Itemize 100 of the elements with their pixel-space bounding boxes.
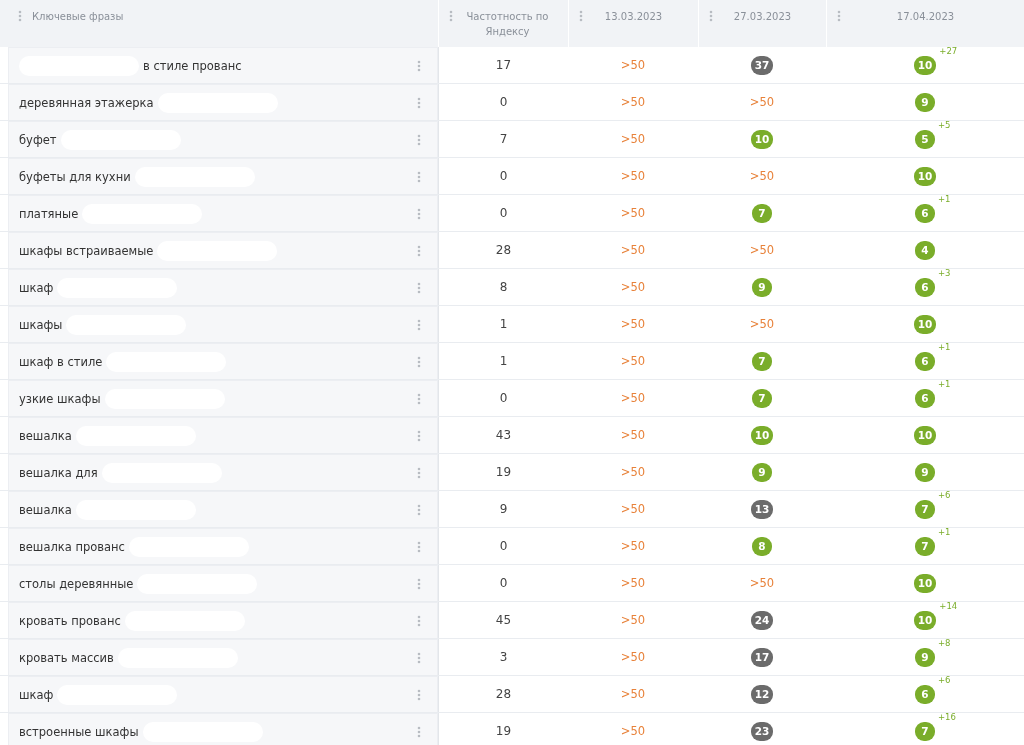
frequency-value: 7: [499, 132, 508, 146]
position-change: +14: [939, 600, 958, 611]
column-menu-icon[interactable]: [579, 10, 583, 22]
position-badge: 9: [915, 647, 935, 667]
row-menu-icon[interactable]: [417, 577, 421, 590]
row-menu-icon[interactable]: [417, 281, 421, 294]
position-badge: 8: [752, 536, 772, 556]
position-badge: 7: [752, 203, 772, 223]
row-menu-icon[interactable]: [417, 540, 421, 553]
frequency-value: 19: [495, 465, 512, 479]
column-menu-icon[interactable]: [709, 10, 713, 22]
row-menu-icon[interactable]: [417, 318, 421, 331]
position-badge: 7: [915, 499, 935, 519]
position-badge: 6: [915, 203, 935, 223]
position-badge: 10: [913, 55, 937, 75]
position-badge: 5: [915, 129, 935, 149]
frequency-value: 28: [495, 687, 512, 701]
row-menu-icon[interactable]: [417, 725, 421, 738]
position-badge: 10: [913, 314, 937, 334]
frequency-value: 43: [495, 428, 512, 442]
position-badge: 10: [750, 425, 774, 445]
position-change: +27: [939, 45, 958, 56]
position-badge: 37: [750, 55, 774, 75]
position-value: >50: [620, 502, 646, 516]
position-badge: 10: [913, 166, 937, 186]
position-badge: 12: [750, 684, 774, 704]
position-badge: 10: [913, 610, 937, 630]
row-menu-icon[interactable]: [417, 429, 421, 442]
position-value: >50: [749, 576, 775, 590]
frequency-value: 0: [499, 95, 508, 109]
keyword-phrase: в стиле прованс: [143, 58, 242, 73]
position-change: +1: [938, 341, 951, 352]
position-badge: 23: [750, 721, 774, 741]
position-badge: 10: [913, 573, 937, 593]
column-menu-icon[interactable]: [837, 10, 841, 22]
frequency-value: 1: [499, 354, 508, 368]
row-menu-icon[interactable]: [417, 355, 421, 368]
position-badge: 9: [915, 462, 935, 482]
column-header: Ключевые фразы: [32, 11, 124, 22]
keyword-phrase: шкафы встраиваемые: [19, 243, 154, 258]
row-menu-icon[interactable]: [417, 466, 421, 479]
column-header: Частотность по Яндексу: [465, 10, 550, 39]
frequency-value: 17: [495, 58, 512, 72]
position-value: >50: [620, 243, 646, 257]
position-badge: 9: [915, 92, 935, 112]
keyword-phrase: кровать прованс: [19, 613, 121, 628]
position-badge: 6: [915, 684, 935, 704]
frequency-value: 45: [495, 613, 512, 627]
column-menu-icon[interactable]: [449, 10, 453, 22]
position-value: >50: [620, 391, 646, 405]
position-badge: 24: [750, 610, 774, 630]
row-menu-icon[interactable]: [417, 207, 421, 220]
keyword-phrase: шкаф в стиле: [19, 354, 103, 369]
position-value: >50: [620, 724, 646, 738]
position-change: +6: [938, 489, 951, 500]
keyword-phrase: вешалка: [19, 502, 72, 517]
row-menu-icon[interactable]: [417, 651, 421, 664]
keyword-phrase: шкафы: [19, 317, 63, 332]
position-value: >50: [620, 687, 646, 701]
keyword-phrase: шкаф: [19, 280, 54, 295]
row-menu-icon[interactable]: [417, 614, 421, 627]
keyword-phrase: деревянная этажерка: [19, 95, 154, 110]
position-value: >50: [620, 169, 646, 183]
position-value: >50: [620, 280, 646, 294]
row-menu-icon[interactable]: [417, 392, 421, 405]
row-menu-icon[interactable]: [417, 59, 421, 72]
position-value: >50: [620, 613, 646, 627]
position-badge: 10: [913, 425, 937, 445]
position-badge: 17: [750, 647, 774, 667]
column-menu-icon[interactable]: [18, 10, 22, 22]
position-badge: 6: [915, 388, 935, 408]
position-value: >50: [620, 650, 646, 664]
position-value: >50: [620, 576, 646, 590]
column-header: 13.03.2023: [603, 10, 664, 24]
keyword-phrase: вешалка: [19, 428, 72, 443]
position-value: >50: [749, 317, 775, 331]
position-value: >50: [620, 317, 646, 331]
row-menu-icon[interactable]: [417, 96, 421, 109]
column-header: 17.04.2023: [895, 10, 956, 24]
position-badge: 9: [752, 462, 772, 482]
position-change: +6: [938, 674, 951, 685]
row-menu-icon[interactable]: [417, 133, 421, 146]
row-menu-icon[interactable]: [417, 503, 421, 516]
row-menu-icon[interactable]: [417, 688, 421, 701]
frequency-value: 0: [499, 576, 508, 590]
position-value: >50: [620, 465, 646, 479]
frequency-value: 0: [499, 169, 508, 183]
position-badge: 6: [915, 277, 935, 297]
position-badge: 7: [915, 536, 935, 556]
position-value: >50: [620, 95, 646, 109]
position-badge: 13: [750, 499, 774, 519]
frequency-value: 9: [499, 502, 508, 516]
position-value: >50: [620, 428, 646, 442]
position-value: >50: [620, 539, 646, 553]
keyword-phrase: вешалка для: [19, 465, 98, 480]
column-header: 27.03.2023: [732, 10, 793, 24]
position-value: >50: [749, 169, 775, 183]
row-menu-icon[interactable]: [417, 170, 421, 183]
row-menu-icon[interactable]: [417, 244, 421, 257]
position-change: +3: [938, 267, 951, 278]
